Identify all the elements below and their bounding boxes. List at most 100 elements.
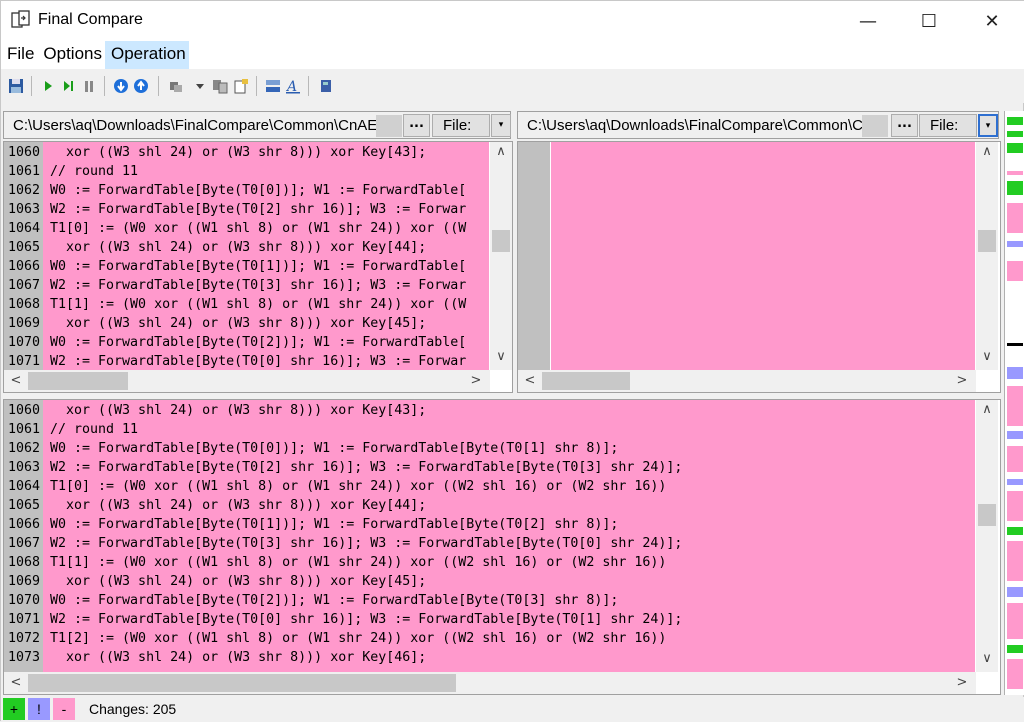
pause-icon[interactable]: [80, 77, 98, 95]
line-number: 1071: [8, 354, 41, 369]
menu-operation[interactable]: Operation: [105, 41, 189, 69]
left-path-field[interactable]: C:\Users\aq\Downloads\FinalCompare\Commo…: [13, 117, 378, 134]
overview-marker: [1007, 131, 1023, 137]
scroll-thumb[interactable]: [28, 674, 456, 692]
scroll-right-icon[interactable]: >: [468, 373, 484, 388]
code-line[interactable]: xor ((W3 shl 24) or (W3 shr 8))) xor Key…: [50, 648, 970, 667]
overview-marker: [1007, 367, 1023, 379]
code-line[interactable]: W2 := ForwardTable[Byte(T0[0] shr 16)]; …: [50, 352, 488, 371]
code-line[interactable]: // round 11: [50, 420, 970, 439]
code-line[interactable]: xor ((W3 shl 24) or (W3 shr 8))) xor Key…: [50, 238, 488, 257]
line-number: 1066: [8, 259, 41, 274]
scroll-right-icon[interactable]: >: [954, 675, 970, 690]
line-number: 1066: [8, 517, 41, 532]
code-line[interactable]: W2 := ForwardTable[Byte(T0[3] shr 16)]; …: [50, 276, 488, 295]
scroll-left-icon[interactable]: <: [8, 373, 24, 388]
scroll-down-icon[interactable]: ∨: [493, 349, 509, 364]
font-icon[interactable]: A: [284, 77, 302, 95]
maximize-button[interactable]: ☐: [906, 1, 952, 41]
scroll-down-icon[interactable]: ∨: [979, 349, 995, 364]
left-vertical-scrollbar[interactable]: ∧ ∨: [490, 142, 512, 370]
minimize-button[interactable]: —: [845, 1, 891, 41]
overview-marker: [1007, 541, 1023, 581]
scroll-thumb[interactable]: [978, 230, 996, 252]
bottom-merge-pane[interactable]: 1060 xor ((W3 shl 24) or (W3 shr 8))) xo…: [3, 399, 1001, 695]
overview-marker: [1007, 491, 1023, 521]
menu-options[interactable]: Options: [37, 41, 105, 69]
scroll-left-icon[interactable]: <: [8, 675, 24, 690]
next-diff-icon[interactable]: [132, 77, 150, 95]
removed-legend: -: [53, 698, 75, 720]
play-icon[interactable]: [39, 77, 57, 95]
scroll-right-icon[interactable]: >: [954, 373, 970, 388]
code-line[interactable]: xor ((W3 shl 24) or (W3 shr 8))) xor Key…: [50, 143, 488, 162]
code-line[interactable]: T1[2] := (W0 xor ((W1 shl 8) or (W1 shr …: [50, 629, 970, 648]
dropdown-icon[interactable]: [191, 77, 209, 95]
code-line[interactable]: W2 := ForwardTable[Byte(T0[3] shr 16)]; …: [50, 534, 970, 553]
scroll-up-icon[interactable]: ∧: [979, 144, 995, 159]
code-line[interactable]: W0 := ForwardTable[Byte(T0[2])]; W1 := F…: [50, 333, 488, 352]
right-file-dropdown[interactable]: ▾: [978, 114, 998, 137]
scroll-thumb[interactable]: [492, 230, 510, 252]
code-line[interactable]: xor ((W3 shl 24) or (W3 shr 8))) xor Key…: [50, 314, 488, 333]
left-top-pane[interactable]: 1060 xor ((W3 shl 24) or (W3 shr 8))) xo…: [3, 141, 513, 393]
previous-diff-icon[interactable]: [112, 77, 130, 95]
right-browse-button[interactable]: ...: [891, 114, 918, 137]
scroll-up-icon[interactable]: ∧: [493, 144, 509, 159]
overview-marker: [1007, 117, 1023, 125]
close-button[interactable]: ✕: [969, 1, 1015, 41]
code-line[interactable]: W2 := ForwardTable[Byte(T0[0] shr 16)]; …: [50, 610, 970, 629]
code-line[interactable]: xor ((W3 shl 24) or (W3 shr 8))) xor Key…: [50, 401, 970, 420]
settings-icon[interactable]: [167, 77, 185, 95]
left-browse-button[interactable]: ...: [403, 114, 430, 137]
code-line[interactable]: xor ((W3 shl 24) or (W3 shr 8))) xor Key…: [50, 572, 970, 591]
code-line[interactable]: W0 := ForwardTable[Byte(T0[0])]; W1 := F…: [50, 439, 970, 458]
bottom-horizontal-scrollbar[interactable]: < >: [4, 672, 976, 694]
changed-legend: !: [28, 698, 50, 720]
toolbar-separator: [31, 76, 32, 96]
app-icon: [11, 10, 30, 28]
code-line[interactable]: T1[1] := (W0 xor ((W1 shl 8) or (W1 shr …: [50, 553, 970, 572]
code-line[interactable]: T1[0] := (W0 xor ((W1 shl 8) or (W1 shr …: [50, 477, 970, 496]
code-line[interactable]: T1[1] := (W0 xor ((W1 shl 8) or (W1 shr …: [50, 295, 488, 314]
code-line[interactable]: W0 := ForwardTable[Byte(T0[1])]; W1 := F…: [50, 515, 970, 534]
scroll-left-icon[interactable]: <: [522, 373, 538, 388]
right-path-field[interactable]: C:\Users\aq\Downloads\FinalCompare\Commo…: [527, 117, 862, 134]
code-line[interactable]: xor ((W3 shl 24) or (W3 shr 8))) xor Key…: [50, 496, 970, 515]
code-line[interactable]: W2 := ForwardTable[Byte(T0[2] shr 16)]; …: [50, 458, 970, 477]
step-icon[interactable]: [59, 77, 77, 95]
book-icon[interactable]: [317, 77, 335, 95]
paste-icon[interactable]: [232, 77, 250, 95]
redacted-area: [862, 115, 888, 137]
split-horizontal-icon[interactable]: [264, 77, 282, 95]
scroll-thumb[interactable]: [28, 372, 128, 390]
menu-file[interactable]: File: [1, 41, 37, 69]
line-number: 1067: [8, 536, 41, 551]
overview-marker: [1007, 386, 1023, 426]
left-horizontal-scrollbar[interactable]: < >: [4, 370, 490, 392]
copy-icon[interactable]: [211, 77, 229, 95]
code-line[interactable]: W2 := ForwardTable[Byte(T0[2] shr 16)]; …: [50, 200, 488, 219]
code-line[interactable]: W0 := ForwardTable[Byte(T0[1])]; W1 := F…: [50, 257, 488, 276]
scroll-thumb[interactable]: [978, 504, 996, 526]
overview-marker: [1007, 261, 1023, 281]
line-number: 1069: [8, 316, 41, 331]
right-horizontal-scrollbar[interactable]: < >: [518, 370, 976, 392]
menu-bar: File Options Operation: [1, 41, 1024, 69]
scroll-up-icon[interactable]: ∧: [979, 402, 995, 417]
code-line[interactable]: // round 11: [50, 162, 488, 181]
bottom-vertical-scrollbar[interactable]: ∧ ∨: [976, 400, 998, 672]
diff-overview-strip[interactable]: [1004, 111, 1024, 695]
scroll-down-icon[interactable]: ∨: [979, 651, 995, 666]
code-line[interactable]: T1[0] := (W0 xor ((W1 shl 8) or (W1 shr …: [50, 219, 488, 238]
right-top-pane[interactable]: ∧ ∨ < >: [517, 141, 1001, 393]
diff-highlight: [551, 142, 975, 370]
code-line[interactable]: W0 := ForwardTable[Byte(T0[0])]; W1 := F…: [50, 181, 488, 200]
left-file-button[interactable]: File:: [432, 114, 490, 137]
scroll-thumb[interactable]: [542, 372, 630, 390]
left-file-dropdown[interactable]: ▾: [491, 114, 511, 137]
code-line[interactable]: W0 := ForwardTable[Byte(T0[2])]; W1 := F…: [50, 591, 970, 610]
right-vertical-scrollbar[interactable]: ∧ ∨: [976, 142, 998, 370]
save-icon[interactable]: [7, 77, 25, 95]
right-file-button[interactable]: File:: [919, 114, 977, 137]
